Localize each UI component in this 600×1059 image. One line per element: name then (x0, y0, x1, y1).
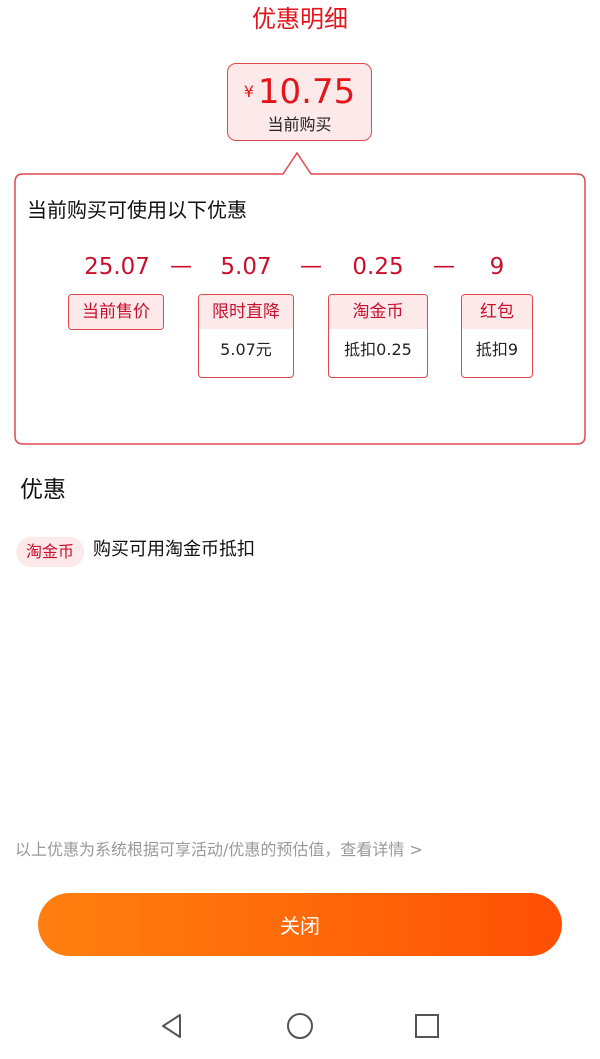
original-price-value: 25.07 (84, 254, 150, 280)
discounts-section-title: 优惠 (20, 477, 66, 503)
chip-detail: 抵扣0.25 (344, 340, 412, 359)
chip-label: 红包 (462, 295, 532, 329)
chip-label: 当前售价 (69, 295, 163, 329)
chip-limited-discount: 限时直降 5.07元 (198, 294, 294, 378)
chip-original-price: 当前售价 (68, 294, 164, 330)
breakdown-panel (14, 151, 586, 445)
home-icon[interactable] (283, 1009, 317, 1043)
direct-discount-value: 5.07 (220, 254, 272, 280)
back-icon[interactable] (155, 1009, 189, 1043)
system-navbar (0, 995, 600, 1059)
chip-detail: 5.07元 (220, 340, 272, 359)
chip-taojinbi: 淘金币 抵扣0.25 (328, 294, 428, 378)
coin-discount-value: 0.25 (352, 254, 404, 280)
details-link[interactable]: 以上优惠为系统根据可享活动/优惠的预估值，查看详情 > (15, 836, 423, 864)
taojinbi-badge: 淘金币 (16, 537, 84, 567)
chip-label: 限时直降 (199, 295, 293, 329)
chip-red-packet: 红包 抵扣9 (461, 294, 533, 378)
chip-detail: 抵扣9 (475, 340, 519, 359)
recents-icon[interactable] (410, 1009, 444, 1043)
benefit-description: 购买可用淘金币抵扣 (93, 539, 255, 560)
chip-label: 淘金币 (329, 295, 427, 329)
red-packet-value: 9 (489, 254, 505, 280)
breakdown-heading: 当前购买可使用以下优惠 (27, 198, 247, 222)
close-button[interactable]: 关闭 (38, 893, 562, 956)
